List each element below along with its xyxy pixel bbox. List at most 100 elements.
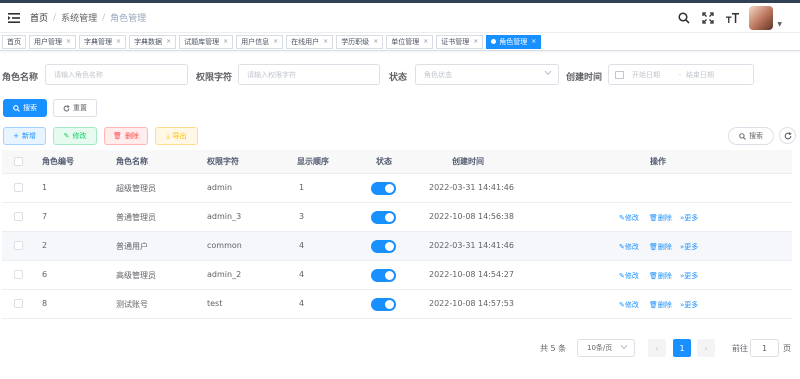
row-delete-link[interactable]: 🗑删除 (649, 300, 672, 310)
status-select[interactable]: 角色状态 (415, 64, 559, 85)
col-role-id: 角色编号 (42, 157, 74, 166)
tag-label: 单位管理 (391, 37, 420, 46)
row-delete-link-label: 删除 (657, 243, 672, 251)
hamburger-icon[interactable] (6, 11, 22, 25)
row-delete-link[interactable]: 🗑删除 (649, 271, 672, 281)
close-icon[interactable]: × (473, 38, 478, 45)
add-button[interactable]: + 新增 (3, 127, 46, 145)
cell-created: 2022-03-31 14:41:46 (429, 183, 514, 192)
breadcrumb-system[interactable]: 系统管理 (61, 11, 97, 24)
cell-role-key: admin_2 (207, 270, 242, 279)
cell-order: 4 (299, 270, 305, 279)
goto-page-input[interactable]: 1 (750, 339, 779, 357)
table-row[interactable]: 6 高级管理员 admin_2 4 2022-10-08 14:54:27 ✎修改 🗑删除 »… (2, 261, 792, 290)
edit-button-label: 修改 (72, 132, 87, 140)
row-more-link[interactable]: »更多 (680, 300, 698, 310)
status-switch[interactable] (371, 240, 396, 253)
reset-button[interactable]: 重置 (53, 99, 97, 117)
breadcrumb-home[interactable]: 首页 (30, 11, 48, 24)
status-switch[interactable] (371, 182, 396, 195)
row-more-link[interactable]: »更多 (680, 242, 698, 252)
col-order: 显示顺序 (297, 157, 329, 166)
close-icon[interactable]: × (166, 38, 171, 45)
status-switch[interactable] (371, 211, 396, 224)
prev-page-button[interactable]: ‹ (648, 339, 666, 357)
avatar[interactable] (749, 6, 774, 30)
refresh-button[interactable] (779, 127, 796, 144)
pagination: 共 5 条 10条/页 ‹ 1 › 前往 1 页 (0, 339, 800, 357)
tag-8[interactable]: 单位管理 × (386, 34, 434, 49)
close-icon[interactable]: × (323, 38, 328, 45)
row-delete-link[interactable]: 🗑删除 (649, 213, 672, 223)
status-placeholder: 角色状态 (424, 70, 452, 79)
tag-6[interactable]: 在线用户 × (286, 34, 334, 49)
edit-button[interactable]: ✎ 修改 (53, 127, 97, 145)
trash-icon: 🗑 (649, 301, 658, 309)
close-icon[interactable]: × (223, 38, 228, 45)
close-icon[interactable]: × (373, 38, 378, 45)
close-icon[interactable]: × (273, 38, 278, 45)
font-size-icon[interactable] (725, 11, 739, 25)
row-checkbox[interactable] (14, 241, 23, 250)
table-row[interactable]: 2 普通用户 common 4 2022-03-31 14:41:46 ✎修改 🗑删除 »更多 (2, 232, 792, 261)
breadcrumb-separator: / (53, 12, 57, 23)
select-all-checkbox[interactable] (14, 157, 23, 166)
role-key-label: 权限字符 (196, 73, 233, 83)
row-delete-link[interactable]: 🗑删除 (649, 242, 672, 252)
row-edit-link[interactable]: ✎修改 (619, 300, 639, 310)
tag-3[interactable]: 字典数据 × (129, 34, 177, 49)
row-checkbox[interactable] (14, 270, 23, 279)
close-icon[interactable]: × (531, 38, 536, 45)
row-more-link[interactable]: »更多 (680, 213, 698, 223)
role-name-input[interactable]: 请输入角色名称 (45, 64, 188, 85)
tag-10[interactable]: 角色管理 × (486, 34, 542, 49)
toggle-search-button[interactable]: 搜索 (728, 127, 774, 145)
delete-button[interactable]: 🗑 删除 (104, 127, 148, 145)
chevron-down-icon (620, 344, 628, 352)
status-switch[interactable] (371, 298, 396, 311)
row-delete-link-label: 删除 (657, 214, 672, 222)
tag-2[interactable]: 字典管理 × (79, 34, 127, 49)
close-icon[interactable]: × (66, 38, 71, 45)
tag-9[interactable]: 证书管理 × (436, 34, 484, 49)
close-icon[interactable]: × (423, 38, 428, 45)
tag-4[interactable]: 试题库管理 × (179, 34, 234, 49)
row-more-link[interactable]: »更多 (680, 271, 698, 281)
close-icon[interactable]: × (116, 38, 121, 45)
role-key-input[interactable]: 请输入权限字符 (238, 64, 380, 85)
tag-5[interactable]: 用户信息 × (236, 34, 284, 49)
page-1-button[interactable]: 1 (673, 339, 691, 357)
tag-0[interactable]: 首页 (2, 34, 26, 49)
tag-7[interactable]: 学历职级 × (336, 34, 384, 49)
caret-down-icon[interactable]: ▼ (777, 21, 782, 28)
goto-label: 前往 (732, 344, 748, 353)
row-edit-link-label: 修改 (624, 243, 639, 251)
search-icon[interactable] (677, 11, 691, 25)
start-date-input[interactable]: 开始日期 (632, 70, 674, 80)
search-form: 角色名称 请输入角色名称 权限字符 请输入权限字符 状态 角色状态 创建时间 开… (0, 64, 800, 88)
next-page-button[interactable]: › (697, 339, 715, 357)
export-button[interactable]: ⤓ 导出 (155, 127, 198, 145)
row-edit-link[interactable]: ✎修改 (619, 213, 639, 223)
page-size-select[interactable]: 10条/页 (577, 339, 635, 357)
row-checkbox[interactable] (14, 183, 23, 192)
date-range-picker[interactable]: 开始日期 - 结束日期 (608, 64, 754, 85)
row-checkbox[interactable] (14, 299, 23, 308)
search-button[interactable]: 搜索 (3, 99, 47, 117)
row-checkbox[interactable] (14, 212, 23, 221)
col-actions: 操作 (650, 157, 666, 166)
switch-knob (385, 242, 394, 251)
tag-1[interactable]: 用户管理 × (29, 34, 77, 49)
tag-label: 首页 (7, 37, 21, 46)
table-row[interactable]: 7 普通管理员 admin_3 3 2022-10-08 14:56:38 ✎修改 🗑删除 »… (2, 203, 792, 232)
row-edit-link[interactable]: ✎修改 (619, 271, 639, 281)
status-switch[interactable] (371, 269, 396, 282)
toggle-search-label: 搜索 (749, 132, 763, 140)
table-row[interactable]: 8 测试账号 test 4 2022-10-08 14:57:53 ✎修改 🗑删除 »更多 (2, 290, 792, 319)
trash-icon: 🗑 (649, 272, 658, 280)
table-row[interactable]: 1 超级管理员 admin 1 2022-03-31 14:41:46 (2, 174, 792, 203)
fullscreen-icon[interactable] (701, 11, 715, 25)
end-date-input[interactable]: 结束日期 (686, 70, 714, 80)
row-edit-link[interactable]: ✎修改 (619, 242, 639, 252)
switch-knob (385, 271, 394, 280)
